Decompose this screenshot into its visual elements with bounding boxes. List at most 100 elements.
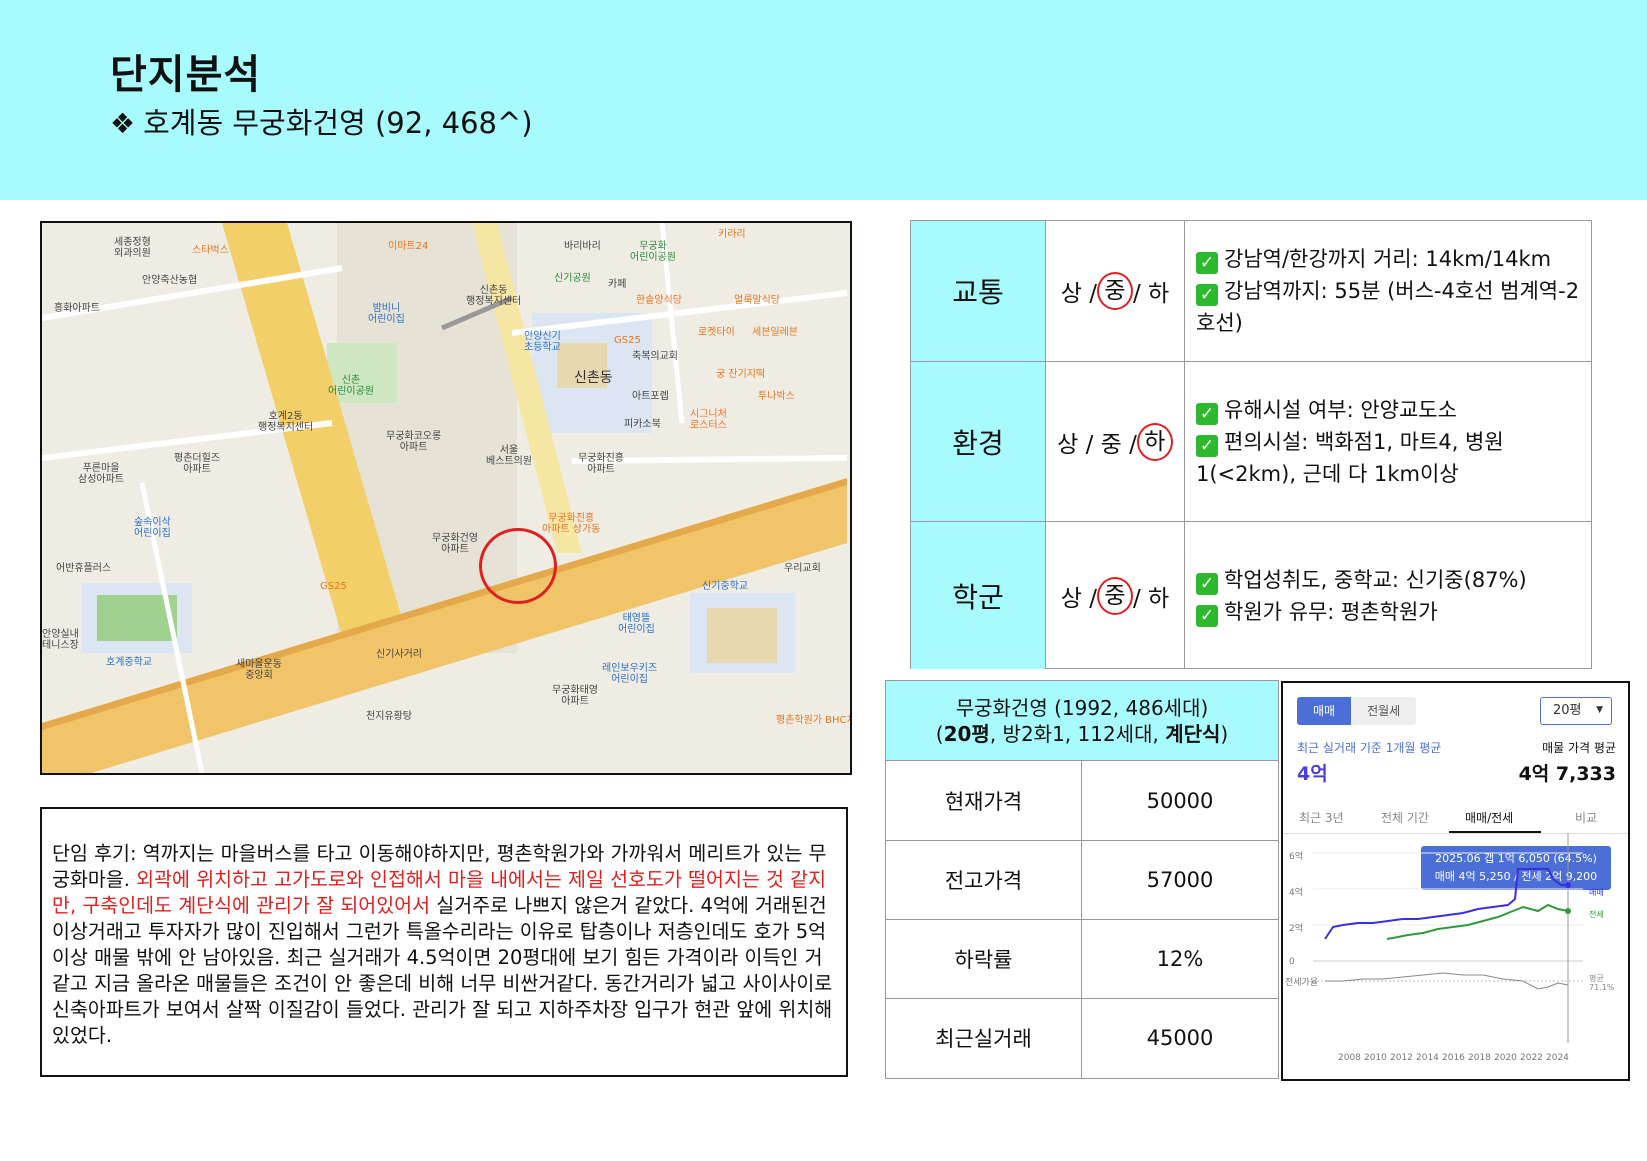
price-label: 현재가격	[886, 761, 1082, 840]
analysis-row-transport: 교통 상 / 중 / 하 ✓ 강남역/한강까지 거리: 14km/14km ✓ 강남역…	[911, 221, 1591, 361]
map-label: 푸른마을 삼성아파트	[78, 463, 124, 485]
criteria-list: ✓ 유해시설 여부: 안양교도소 ✓ 편의시설: 백화점1, 마트4, 병원1(<2…	[1196, 362, 1581, 522]
x-tick: 2020	[1494, 1053, 1517, 1063]
check-icon: ✓	[1196, 435, 1218, 457]
criteria-text: 유해시설 여부: 안양교도소	[1224, 398, 1457, 422]
map-label: 호계2동 행정복지센터	[258, 411, 314, 433]
map-graphics	[42, 223, 850, 773]
x-tick: 2024	[1546, 1053, 1569, 1063]
price-row: 현재가격 50000	[886, 761, 1278, 841]
review-box: 단임 후기: 역까지는 마을버스를 타고 이동해야하지만, 평촌학원가와 가까워…	[40, 807, 848, 1077]
price-value: 50000	[1146, 788, 1214, 813]
map-label: 흥화아파트	[54, 303, 100, 314]
price-label: 전고가격	[886, 840, 1082, 919]
page-title: 단지분석	[110, 52, 262, 98]
unit-text: (	[935, 722, 944, 746]
x-tick: 2008	[1338, 1053, 1361, 1063]
criteria-item: ✓ 학원가 유무: 평촌학원가	[1196, 596, 1581, 628]
check-icon: ✓	[1196, 403, 1218, 425]
sale-marker	[1565, 882, 1571, 888]
x-tick: 2012	[1390, 1053, 1413, 1063]
criteria-item: ✓ 유해시설 여부: 안양교도소	[1196, 394, 1581, 426]
header-banner: 단지분석 ❖ 호계동 무궁화건영 (92, 468^)	[0, 0, 1647, 200]
map-label: 신촌 어린이공원	[328, 375, 374, 397]
criteria-item: ✓ 강남역/한강까지 거리: 14km/14km	[1196, 243, 1581, 275]
criteria-text: 편의시설: 백화점1, 마트4, 병원1(<2km), 근데 다 1km이상	[1196, 430, 1504, 486]
map-label: 신기사거리	[376, 649, 422, 660]
map-label: 얼룩말식당	[734, 295, 780, 306]
x-tick: 2016	[1442, 1053, 1465, 1063]
map-label: 아트포렙	[632, 391, 669, 402]
map-label: 세종정형 외과의원	[114, 237, 151, 259]
map-label: 숲속이삭 어린이집	[134, 517, 171, 539]
category-label: 학군	[911, 522, 1046, 669]
criteria-list: ✓ 강남역/한강까지 거리: 14km/14km ✓ 강남역까지: 55분 (버스-…	[1196, 221, 1581, 361]
map-label: 무궁화진흥 아파트 상가동	[542, 513, 601, 535]
analysis-row-environment: 환경 상 / 중 / 하 ✓ 유해시설 여부: 안양교도소 ✓ 편의시설: 백화점1,…	[911, 361, 1591, 522]
location-map[interactable]: 세종정형 외과의원 스타벅스 안양축산농협 흥화아파트 이마트24 밤비니 어린이집 신촌동 행정…	[40, 221, 852, 775]
map-label: 신촌동 행정복지센터	[466, 285, 522, 307]
grade-suffix: / 하	[1133, 585, 1170, 612]
map-label: 신기공원	[554, 273, 591, 284]
map-label: GS25	[614, 335, 641, 346]
criteria-text: 강남역/한강까지 거리: 14km/14km	[1224, 247, 1552, 271]
criteria-text: 강남역까지: 55분 (버스-4호선 범계역-2호선)	[1196, 279, 1580, 335]
map-label: 서울 베스트의원	[486, 445, 532, 467]
map-label: 피카소북	[624, 419, 661, 430]
map-label: 무궁화태영 아파트	[552, 685, 598, 707]
map-label: 궁 잔기지떡	[716, 369, 766, 380]
map-label: 스타벅스	[192, 245, 229, 256]
criteria-text: 학원가 유무: 평촌학원가	[1224, 599, 1438, 624]
criteria-item: ✓ 강남역까지: 55분 (버스-4호선 범계역-2호선)	[1196, 275, 1581, 339]
map-label: 태영뜰 어린이집	[618, 613, 655, 635]
map-label: 안양축산농협	[142, 275, 198, 286]
unit-text: , 방2화1, 112세대,	[989, 722, 1166, 746]
page-subtitle: ❖ 호계동 무궁화건영 (92, 468^)	[110, 100, 533, 142]
diamond-icon: ❖	[110, 107, 136, 140]
price-value: 12%	[1156, 946, 1204, 971]
price-row: 최근실거래 45000	[886, 998, 1278, 1078]
check-icon: ✓	[1196, 252, 1218, 274]
price-value: 45000	[1146, 1026, 1214, 1050]
price-row: 하락률 12%	[886, 919, 1278, 999]
x-tick: 2014	[1416, 1053, 1439, 1063]
x-tick: 2022	[1520, 1053, 1543, 1063]
unit-size: 20평	[943, 722, 990, 746]
x-tick: 2018	[1468, 1053, 1491, 1063]
unit-info: (20평, 방2화1, 112세대, 계단식)	[886, 721, 1278, 747]
price-value: 57000	[1146, 867, 1214, 892]
x-tick: 2010	[1364, 1053, 1387, 1063]
map-label: 바리바리	[564, 241, 601, 252]
map-label: 밤비니 어린이집	[368, 303, 405, 325]
price-label: 최근실거래	[886, 998, 1082, 1078]
category-label: 환경	[911, 362, 1046, 522]
check-icon: ✓	[1196, 284, 1218, 306]
grade-suffix: / 하	[1133, 281, 1170, 307]
map-label: 축복의교회	[632, 351, 678, 362]
price-trend-svg	[1313, 833, 1583, 1043]
price-row: 전고가격 57000	[886, 840, 1278, 920]
map-label: 무궁화코오롱 아파트	[386, 431, 442, 453]
map-label: 호계중학교	[106, 657, 152, 668]
unit-type: 계단식	[1165, 722, 1221, 746]
subtitle-text: 호계동 무궁화건영 (92, 468^)	[143, 106, 533, 140]
complex-info: 무궁화건영 (1992, 486세대)	[955, 696, 1209, 720]
map-label: 한솥양식당	[636, 295, 682, 306]
map-label: 어반휴플러스	[56, 563, 112, 574]
map-label: 새마을운동 중앙회	[236, 659, 282, 681]
jeonse-marker	[1565, 908, 1571, 914]
grade-prefix: 상 / 중 /	[1057, 432, 1137, 458]
price-label: 하락률	[886, 919, 1082, 998]
grade-cell: 상 / 중 / 하	[1046, 522, 1185, 669]
map-label: 우리교회	[784, 563, 821, 574]
map-label: 신기중학교	[702, 581, 748, 592]
criteria-list: ✓ 학업성취도, 중학교: 신기중(87%) ✓ 학원가 유무: 평촌학원가	[1196, 522, 1581, 669]
category-label: 교통	[911, 221, 1046, 361]
price-table-header: 무궁화건영 (1992, 486세대) (20평, 방2화1, 112세대, 계…	[886, 681, 1278, 761]
map-label: 무궁화 어린이공원	[630, 241, 676, 263]
analysis-table: 교통 상 / 중 / 하 ✓ 강남역/한강까지 거리: 14km/14km ✓ 강남역…	[910, 220, 1592, 669]
map-label: 키라리	[718, 229, 746, 240]
criteria-item: ✓ 학업성취도, 중학교: 신기중(87%)	[1196, 564, 1581, 596]
map-label: 무궁화건영 아파트	[432, 533, 478, 555]
map-label: 신촌동	[574, 370, 613, 386]
